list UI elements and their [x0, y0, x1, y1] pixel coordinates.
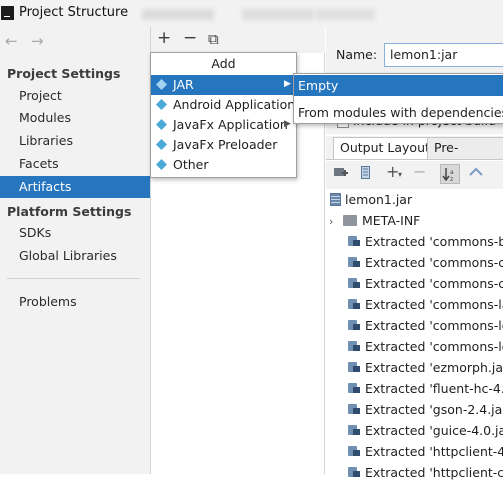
tree-extracted-row[interactable]: Extracted 'httpclient-cac — [348, 462, 503, 483]
artifact-name-input[interactable]: lemon1:jar — [384, 43, 503, 67]
new-folder-icon[interactable] — [334, 166, 348, 182]
folder-label: META-INF — [362, 213, 421, 228]
tree-extracted-row[interactable]: Extracted 'gson-2.4.jar/' — [348, 399, 503, 420]
artifact-diamond-icon — [156, 119, 167, 130]
extracted-label: Extracted 'ezmorph.jar/' — [365, 360, 503, 375]
add-menu-item-label: JAR — [173, 77, 194, 92]
add-menu-item-android-application[interactable]: Android Application — [151, 95, 296, 115]
submenu-item-empty[interactable]: Empty — [294, 75, 503, 96]
artifact-diamond-icon — [156, 99, 167, 110]
blurred-title-text — [242, 9, 314, 20]
sidebar-item-facets[interactable]: Facets — [0, 153, 150, 175]
svg-text:a: a — [450, 169, 454, 176]
sidebar-item-project[interactable]: Project — [0, 85, 150, 107]
submenu-item-from-modules[interactable]: From modules with dependencies... — [294, 102, 503, 123]
tree-extracted-row[interactable]: Extracted 'fluent-hc-4.3.6 — [348, 378, 503, 399]
sidebar-item-sdks[interactable]: SDKs — [0, 222, 150, 244]
remove-icon[interactable]: − — [183, 28, 197, 48]
extracted-archive-icon — [348, 361, 361, 373]
archive-icon[interactable] — [361, 166, 371, 183]
blurred-title-text — [315, 9, 375, 20]
sidebar-item-libraries[interactable]: Libraries — [0, 130, 150, 152]
extracted-label: Extracted 'httpclient-4.3. — [365, 444, 503, 459]
sidebar-item-artifacts[interactable]: Artifacts — [0, 176, 150, 198]
add-menu-item-label: Other — [173, 157, 209, 172]
tree-extracted-row[interactable]: Extracted 'commons-log — [348, 315, 503, 336]
add-popup-title: Add — [211, 56, 236, 71]
extracted-label: Extracted 'fluent-hc-4.3.6 — [365, 381, 503, 396]
tree-extracted-row[interactable]: Extracted 'commons-co — [348, 252, 503, 273]
extracted-label: Extracted 'commons-log — [365, 318, 503, 333]
extracted-archive-icon — [348, 403, 361, 415]
add-menu-item-other[interactable]: Other — [151, 155, 296, 175]
add-icon[interactable]: + — [157, 28, 171, 48]
extracted-archive-icon — [348, 298, 361, 310]
window-title: Project Structure — [19, 5, 129, 20]
tree-folder-meta-inf[interactable]: › META-INF — [329, 210, 420, 231]
tree-extracted-row[interactable]: Extracted 'commons-co — [348, 273, 503, 294]
add-menu-item-jar[interactable]: JAR — [151, 75, 296, 95]
intellij-app-icon — [1, 6, 14, 20]
platform-settings-header: Platform Settings — [7, 204, 132, 219]
tree-extracted-row[interactable]: Extracted 'ezmorph.jar/' — [348, 357, 503, 378]
tree-extracted-row[interactable]: Extracted 'httpclient-4.3. — [348, 441, 503, 462]
extracted-archive-icon — [348, 319, 361, 331]
extracted-archive-icon — [348, 340, 361, 352]
jar-icon — [330, 193, 341, 206]
extracted-archive-icon — [348, 235, 361, 247]
project-settings-header: Project Settings — [7, 66, 121, 81]
extracted-archive-icon — [348, 424, 361, 436]
extracted-label: Extracted 'commons-be — [365, 234, 503, 249]
artifacts-toolbar — [151, 27, 325, 53]
extracted-label: Extracted 'commons-lar — [365, 297, 503, 312]
blurred-title-text — [142, 9, 214, 20]
extracted-archive-icon — [348, 445, 361, 457]
extracted-archive-icon — [348, 466, 361, 478]
sidebar-divider — [7, 278, 140, 279]
add-menu-item-javafx-application[interactable]: JavaFx Application — [151, 115, 296, 135]
extracted-label: Extracted 'commons-co — [365, 276, 503, 291]
chevron-down-icon[interactable]: ▾ — [398, 170, 402, 179]
remove-element-icon[interactable]: − — [413, 162, 426, 181]
name-label: Name: — [336, 47, 378, 62]
extracted-label: Extracted 'commons-log — [365, 339, 503, 354]
tree-extracted-row[interactable]: Extracted 'commons-be — [348, 231, 503, 252]
tree-root-jar[interactable]: lemon1.jar — [330, 189, 412, 210]
sidebar-item-modules[interactable]: Modules — [0, 107, 150, 129]
tab-output-layout[interactable]: Output Layout — [333, 137, 437, 159]
sidebar-item-problems[interactable]: Problems — [0, 291, 150, 313]
tree-root-label: lemon1.jar — [345, 192, 413, 207]
move-up-icon[interactable] — [469, 166, 483, 182]
artifact-diamond-icon — [156, 139, 167, 150]
extracted-label: Extracted 'httpclient-cac — [365, 465, 503, 480]
tab-pre-processing[interactable]: Pre-processing — [427, 137, 503, 175]
extracted-label: Extracted 'guice-4.0.jar/ — [365, 423, 503, 438]
artifact-diamond-icon — [156, 79, 167, 90]
extracted-archive-icon — [348, 382, 361, 394]
sidebar-item-global-libraries[interactable]: Global Libraries — [0, 245, 150, 267]
extracted-archive-icon — [348, 256, 361, 268]
extracted-archive-icon — [348, 277, 361, 289]
chevron-right-icon[interactable]: › — [329, 211, 343, 232]
add-menu-item-label: Android Application — [173, 97, 296, 112]
add-menu-item-javafx-preloader[interactable]: JavaFx Preloader — [151, 135, 296, 155]
tree-extracted-row[interactable]: Extracted 'commons-lar — [348, 294, 503, 315]
extracted-label: Extracted 'commons-co — [365, 255, 503, 270]
forward-arrow-icon[interactable]: → — [31, 32, 44, 50]
svg-text:z: z — [450, 176, 453, 183]
add-menu-item-label: JavaFx Preloader — [173, 137, 278, 152]
submenu-arrow-icon: ▶ — [284, 119, 291, 129]
extracted-label: Extracted 'gson-2.4.jar/' — [365, 402, 503, 417]
add-menu-item-label: JavaFx Application — [173, 117, 288, 132]
tree-extracted-row[interactable]: Extracted 'guice-4.0.jar/ — [348, 420, 503, 441]
sort-icon[interactable]: az — [440, 164, 460, 184]
tree-extracted-row[interactable]: Extracted 'commons-log — [348, 336, 503, 357]
folder-icon — [343, 215, 357, 226]
submenu-arrow-icon: ▶ — [284, 79, 291, 89]
copy-icon[interactable]: ⧉ — [208, 30, 219, 48]
back-arrow-icon[interactable]: ← — [5, 32, 18, 50]
artifact-diamond-icon — [156, 159, 167, 170]
